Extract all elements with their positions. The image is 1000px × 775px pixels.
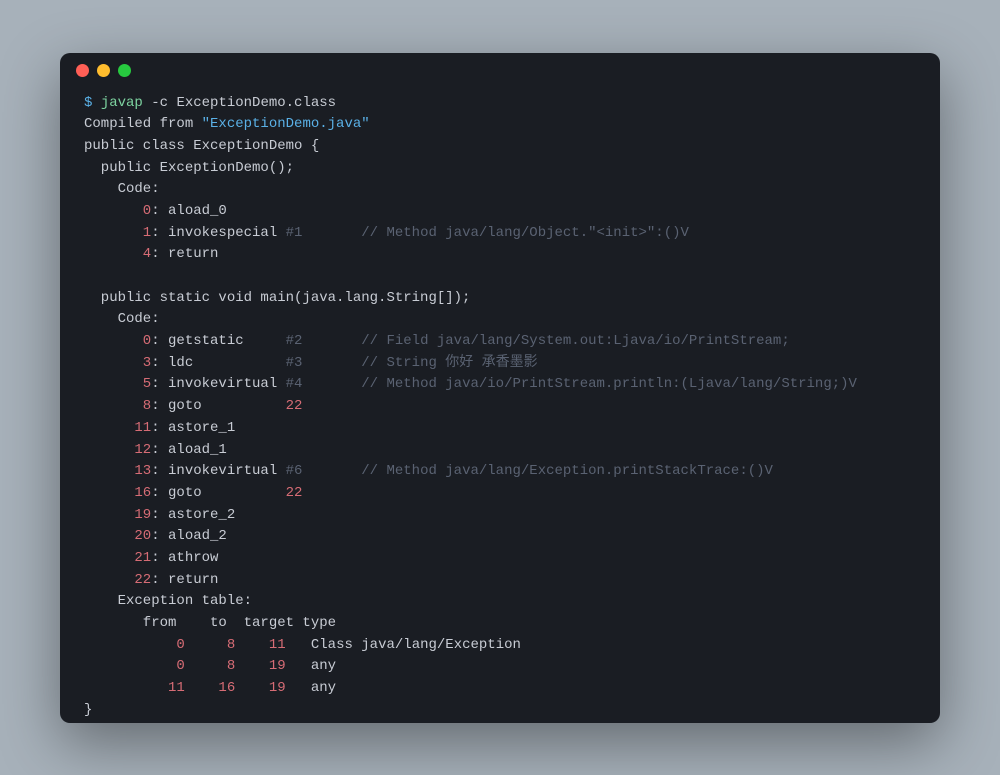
opcode: : astore_1	[151, 420, 235, 436]
exc-from: 0	[84, 658, 185, 674]
ctor-instructions: 0: aload_0 1: invokespecial #1 // Method…	[84, 201, 916, 266]
code-label: Code:	[84, 309, 916, 331]
opcode: : aload_2	[151, 528, 227, 544]
instruction-line: 16: goto 22	[84, 483, 916, 505]
operand-ref: 22	[286, 485, 303, 501]
instruction-line: 0: aload_0	[84, 201, 916, 223]
terminal-window: $ javap -c ExceptionDemo.classCompiled f…	[60, 53, 940, 723]
program-counter: 4	[84, 246, 151, 262]
exc-to: 8	[185, 658, 235, 674]
program-counter: 3	[84, 355, 151, 371]
comment: // Method java/io/PrintStream.println:(L…	[302, 376, 857, 392]
comment: // String 你好 承香墨影	[302, 355, 537, 371]
window-titlebar	[60, 53, 940, 89]
operand-ref: #4	[286, 376, 303, 392]
close-icon[interactable]	[76, 64, 89, 77]
code-label: Code:	[84, 179, 916, 201]
operand-ref: #6	[286, 463, 303, 479]
comment: // Field java/lang/System.out:Ljava/io/P…	[302, 333, 789, 349]
opcode: : aload_0	[151, 203, 227, 219]
opcode: : ldc	[151, 355, 285, 371]
operand-ref: #1	[286, 225, 303, 241]
opcode: : goto	[151, 398, 285, 414]
program-counter: 20	[84, 528, 151, 544]
operand-ref: #3	[286, 355, 303, 371]
instruction-line: 4: return	[84, 244, 916, 266]
instruction-line: 12: aload_1	[84, 440, 916, 462]
program-counter: 8	[84, 398, 151, 414]
comment: // Method java/lang/Exception.printStack…	[302, 463, 772, 479]
blank-line	[84, 266, 916, 288]
exc-type: Class java/lang/Exception	[286, 637, 521, 653]
class-declaration: public class ExceptionDemo {	[84, 136, 916, 158]
instruction-line: 21: athrow	[84, 548, 916, 570]
command-name: javap	[101, 95, 143, 111]
instruction-line: 13: invokevirtual #6 // Method java/lang…	[84, 461, 916, 483]
exception-table-label: Exception table:	[84, 591, 916, 613]
main-signature: public static void main(java.lang.String…	[84, 288, 916, 310]
instruction-line: 1: invokespecial #1 // Method java/lang/…	[84, 223, 916, 245]
opcode: : athrow	[151, 550, 218, 566]
instruction-line: 20: aload_2	[84, 526, 916, 548]
opcode: : aload_1	[151, 442, 227, 458]
exc-type: any	[286, 680, 336, 696]
opcode: : return	[151, 246, 218, 262]
program-counter: 11	[84, 420, 151, 436]
instruction-line: 0: getstatic #2 // Field java/lang/Syste…	[84, 331, 916, 353]
opcode: : invokespecial	[151, 225, 285, 241]
program-counter: 22	[84, 572, 151, 588]
command-line: $ javap -c ExceptionDemo.class	[84, 93, 916, 115]
program-counter: 5	[84, 376, 151, 392]
instruction-line: 19: astore_2	[84, 505, 916, 527]
program-counter: 19	[84, 507, 151, 523]
comment: // Method java/lang/Object."<init>":()V	[302, 225, 688, 241]
exc-from: 0	[84, 637, 185, 653]
instruction-line: 5: invokevirtual #4 // Method java/io/Pr…	[84, 374, 916, 396]
instruction-line: 3: ldc #3 // String 你好 承香墨影	[84, 353, 916, 375]
compiled-from: Compiled from "ExceptionDemo.java"	[84, 114, 916, 136]
program-counter: 0	[84, 333, 151, 349]
constructor-signature: public ExceptionDemo();	[84, 158, 916, 180]
exc-type: any	[286, 658, 336, 674]
exception-table-row: 11 16 19 any	[84, 678, 916, 700]
exception-table-rows: 0 8 11 Class java/lang/Exception 0 8 19 …	[84, 635, 916, 700]
program-counter: 21	[84, 550, 151, 566]
exception-table-row: 0 8 19 any	[84, 656, 916, 678]
operand-ref: #2	[286, 333, 303, 349]
maximize-icon[interactable]	[118, 64, 131, 77]
command-args: -c ExceptionDemo.class	[151, 95, 336, 111]
opcode: : invokevirtual	[151, 463, 285, 479]
program-counter: 0	[84, 203, 151, 219]
exc-from: 11	[84, 680, 185, 696]
exception-table-row: 0 8 11 Class java/lang/Exception	[84, 635, 916, 657]
opcode: : invokevirtual	[151, 376, 285, 392]
exc-target: 19	[235, 680, 285, 696]
instruction-line: 8: goto 22	[84, 396, 916, 418]
exc-to: 16	[185, 680, 235, 696]
exc-to: 8	[185, 637, 235, 653]
operand-ref: 22	[286, 398, 303, 414]
program-counter: 13	[84, 463, 151, 479]
program-counter: 1	[84, 225, 151, 241]
main-instructions: 0: getstatic #2 // Field java/lang/Syste…	[84, 331, 916, 591]
terminal-content: $ javap -c ExceptionDemo.classCompiled f…	[60, 89, 940, 723]
exc-target: 11	[235, 637, 285, 653]
opcode: : getstatic	[151, 333, 285, 349]
exc-target: 19	[235, 658, 285, 674]
opcode: : return	[151, 572, 218, 588]
instruction-line: 22: return	[84, 570, 916, 592]
program-counter: 12	[84, 442, 151, 458]
opcode: : astore_2	[151, 507, 235, 523]
prompt-symbol: $	[84, 95, 92, 111]
program-counter: 16	[84, 485, 151, 501]
exception-table-header: from to target type	[84, 613, 916, 635]
opcode: : goto	[151, 485, 285, 501]
close-brace: }	[84, 700, 916, 722]
instruction-line: 11: astore_1	[84, 418, 916, 440]
minimize-icon[interactable]	[97, 64, 110, 77]
